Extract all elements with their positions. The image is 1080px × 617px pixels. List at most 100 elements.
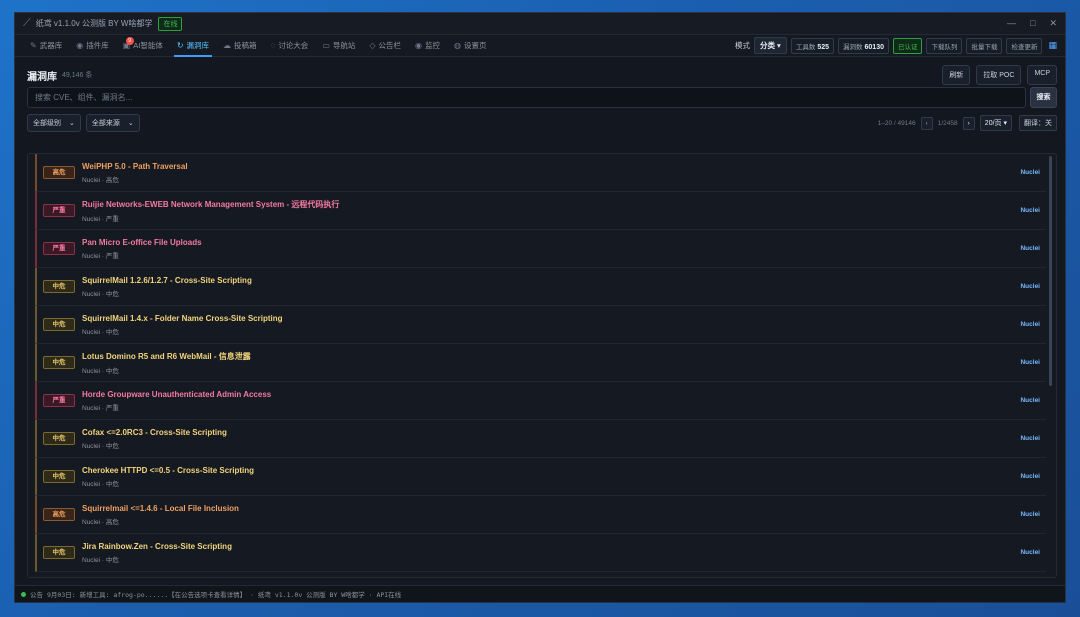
nav-tabs: ✎ 武器库 ◉ 插件库 9 ▣ AI智能体 ↻ 漏洞库 ☁ 投稿箱 ◌ 讨论大会 ▭ 导航站 ◇… xyxy=(15,35,1065,57)
search-button[interactable]: 搜索 xyxy=(1030,87,1057,108)
toolbar-right: 模式 分类 ▾ 工具数 525 漏洞数 60130 已认证 下载队列 批量下载 检查… xyxy=(735,37,1057,54)
vuln-list: 高危 WeiPHP 5.0 - Path Traversal Nuclei · 高危… xyxy=(27,153,1057,578)
severity-filter-select[interactable]: 全部级别 ⌄ xyxy=(27,114,81,132)
vuln-meta: Nuclei · 高危 xyxy=(82,176,119,184)
list-item[interactable]: 高危 WeiPHP 5.0 - Path Traversal Nuclei · 高危… xyxy=(35,154,1046,192)
window-title: 纸鸢 v1.1.0v 公测版 BY W啥都学 xyxy=(35,19,153,28)
check-updates-button[interactable]: 检查更新 xyxy=(1006,37,1043,54)
vuln-name[interactable]: SquirrelMail 1.2.6/1.2.7 - Cross-Site Sc… xyxy=(82,276,252,285)
search-input[interactable]: 搜索 CVE、组件、漏洞名... xyxy=(27,87,1026,108)
tools-count: 工具数 525 xyxy=(790,37,835,54)
vuln-name[interactable]: Ruijie Networks-EWEB Network Management … xyxy=(82,199,339,210)
vuln-name[interactable]: Squirrelmail <=1.4.6 - Local File Inclus… xyxy=(82,504,239,513)
refresh-icon: ↻ xyxy=(176,41,184,50)
vuln-name[interactable]: Horde Groupware Unauthenticated Admin Ac… xyxy=(82,390,271,399)
mode-select[interactable]: 分类 ▾ xyxy=(753,37,787,54)
list-item[interactable]: 中危 Jira Rainbow.Zen - Cross-Site Scriptin… xyxy=(35,534,1046,572)
list-item[interactable]: 中危 SquirrelMail 1.4.x - Folder Name Cross… xyxy=(35,306,1046,344)
fetch-poc-button[interactable]: 拉取 POC xyxy=(976,65,1022,85)
range-text: 1–20 / 49146 xyxy=(877,119,916,127)
severity-badge: 中危 xyxy=(43,470,75,483)
pagination: 1–20 / 49146 ‹ 1/2458 › 20/页 ▾ 翻译：关 xyxy=(878,115,1057,131)
vuln-info: Horde Groupware Unauthenticated Admin Ac… xyxy=(82,390,271,412)
vuln-meta: Nuclei · 高危 xyxy=(82,518,119,526)
grid-icon[interactable]: ▦ xyxy=(1048,40,1057,51)
tab-ai-agent[interactable]: 9 ▣ AI智能体 xyxy=(116,35,170,57)
vulns-count-value: 60130 xyxy=(864,43,884,51)
vuln-name[interactable]: WeiPHP 5.0 - Path Traversal xyxy=(82,162,188,171)
vuln-name[interactable]: Jira Rainbow.Zen - Cross-Site Scripting xyxy=(82,542,232,551)
vuln-rows: 高危 WeiPHP 5.0 - Path Traversal Nuclei · 高危… xyxy=(28,154,1056,572)
vuln-name[interactable]: Cofax <=2.0RC3 - Cross-Site Scripting xyxy=(82,428,227,437)
tab-weapons[interactable]: ✎ 武器库 xyxy=(23,35,69,57)
tab-announcements[interactable]: ◇ 公告栏 xyxy=(362,35,408,57)
minimize-icon[interactable]: — xyxy=(1007,18,1016,29)
list-item[interactable]: 严重 Horde Groupware Unauthenticated Admin … xyxy=(35,382,1046,420)
list-item[interactable]: 中危 SquirrelMail 1.2.6/1.2.7 - Cross-Site … xyxy=(35,268,1046,306)
close-icon[interactable]: ✕ xyxy=(1049,18,1057,29)
download-queue-button[interactable]: 下载队列 xyxy=(926,37,963,54)
source-tag: Nuclei xyxy=(1020,321,1040,328)
list-item[interactable]: 中危 Cofax <=2.0RC3 - Cross-Site Scripting N… xyxy=(35,420,1046,458)
panel-header: 漏洞库 49,146 条 刷新 拉取 POC MCP xyxy=(27,65,1057,85)
tab-navigation[interactable]: ▭ 导航站 xyxy=(315,35,362,57)
source-tag: Nuclei xyxy=(1020,245,1040,252)
vuln-name[interactable]: Lotus Domino R5 and R6 WebMail - 信息泄露 xyxy=(82,351,251,362)
vuln-meta: Nuclei · 中危 xyxy=(82,290,119,298)
tab-discussion[interactable]: ◌ 讨论大会 xyxy=(264,35,316,57)
severity-badge: 中危 xyxy=(43,546,75,559)
tab-label: 插件库 xyxy=(86,41,109,50)
vuln-meta: Nuclei · 严重 xyxy=(82,252,119,260)
vuln-name[interactable]: Pan Micro E-office File Uploads xyxy=(82,238,202,247)
mcp-button[interactable]: MCP xyxy=(1027,65,1057,85)
translate-toggle[interactable]: 翻译：关 xyxy=(1019,115,1057,131)
source-tag: Nuclei xyxy=(1020,169,1040,176)
tab-label: 漏洞库 xyxy=(186,41,210,50)
maximize-icon[interactable]: □ xyxy=(1030,18,1035,29)
vuln-meta: Nuclei · 中危 xyxy=(82,367,119,375)
vuln-name[interactable]: Cherokee HTTPD <=0.5 - Cross-Site Script… xyxy=(82,466,254,475)
list-item[interactable]: 高危 Squirrelmail <=1.4.6 - Local File Incl… xyxy=(35,496,1046,534)
tab-submissions[interactable]: ☁ 投稿箱 xyxy=(216,35,264,57)
severity-badge: 中危 xyxy=(43,318,75,331)
tab-vuln-library[interactable]: ↻ 漏洞库 xyxy=(170,35,216,57)
vuln-info: SquirrelMail 1.2.6/1.2.7 - Cross-Site Sc… xyxy=(82,276,252,298)
scrollbar[interactable] xyxy=(1049,156,1052,386)
page-size-select[interactable]: 20/页 ▾ xyxy=(979,115,1012,131)
vuln-info: Squirrelmail <=1.4.6 - Local File Inclus… xyxy=(82,504,239,526)
vuln-panel: 漏洞库 49,146 条 刷新 拉取 POC MCP 搜索 CVE、组件、漏洞名… xyxy=(15,57,1065,132)
vuln-meta: Nuclei · 严重 xyxy=(82,404,119,412)
severity-badge: 严重 xyxy=(43,394,75,407)
vuln-info: Lotus Domino R5 and R6 WebMail - 信息泄露 Nuc… xyxy=(82,351,251,375)
app-window: ⟋ 纸鸢 v1.1.0v 公测版 BY W啥都学 在线 — □ ✕ ✎ 武器库 ◉… xyxy=(14,12,1066,603)
batch-download-button[interactable]: 批量下载 xyxy=(966,37,1003,54)
tab-plugins[interactable]: ◉ 插件库 xyxy=(69,35,115,57)
severity-badge: 中危 xyxy=(43,280,75,293)
tab-label: 导航站 xyxy=(332,41,356,50)
severity-badge: 高危 xyxy=(43,166,75,179)
tab-label: AI智能体 xyxy=(133,41,163,50)
source-tag: Nuclei xyxy=(1020,207,1040,214)
severity-badge: 高危 xyxy=(43,508,75,521)
list-item[interactable]: 严重 Ruijie Networks-EWEB Network Managemen… xyxy=(35,192,1046,230)
pen-icon: ✎ xyxy=(30,41,37,50)
tools-count-value: 525 xyxy=(817,43,830,51)
list-item[interactable]: 中危 Cherokee HTTPD <=0.5 - Cross-Site Scri… xyxy=(35,458,1046,496)
refresh-button[interactable]: 刷新 xyxy=(942,65,971,85)
next-page-button[interactable]: › xyxy=(962,116,975,130)
vuln-info: Pan Micro E-office File Uploads Nuclei · … xyxy=(82,238,202,260)
vuln-name[interactable]: SquirrelMail 1.4.x - Folder Name Cross-S… xyxy=(82,314,283,323)
tab-label: 讨论大会 xyxy=(278,41,309,50)
source-filter-select[interactable]: 全部来源 ⌄ xyxy=(85,114,140,132)
source-filter-label: 全部来源 xyxy=(91,120,120,127)
prev-page-button[interactable]: ‹ xyxy=(920,116,933,130)
tab-settings[interactable]: ◍ 设置页 xyxy=(447,35,493,57)
list-item[interactable]: 中危 Lotus Domino R5 and R6 WebMail - 信息泄露 N… xyxy=(35,344,1046,382)
source-tag: Nuclei xyxy=(1020,283,1040,290)
nav-icon: ▭ xyxy=(322,41,330,50)
page-title: 漏洞库 xyxy=(27,71,57,83)
cloud-icon: ☁ xyxy=(223,41,232,50)
tab-monitor[interactable]: ◉ 监控 xyxy=(408,35,447,57)
list-item[interactable]: 严重 Pan Micro E-office File Uploads Nuclei … xyxy=(35,230,1046,268)
source-tag: Nuclei xyxy=(1020,473,1040,480)
